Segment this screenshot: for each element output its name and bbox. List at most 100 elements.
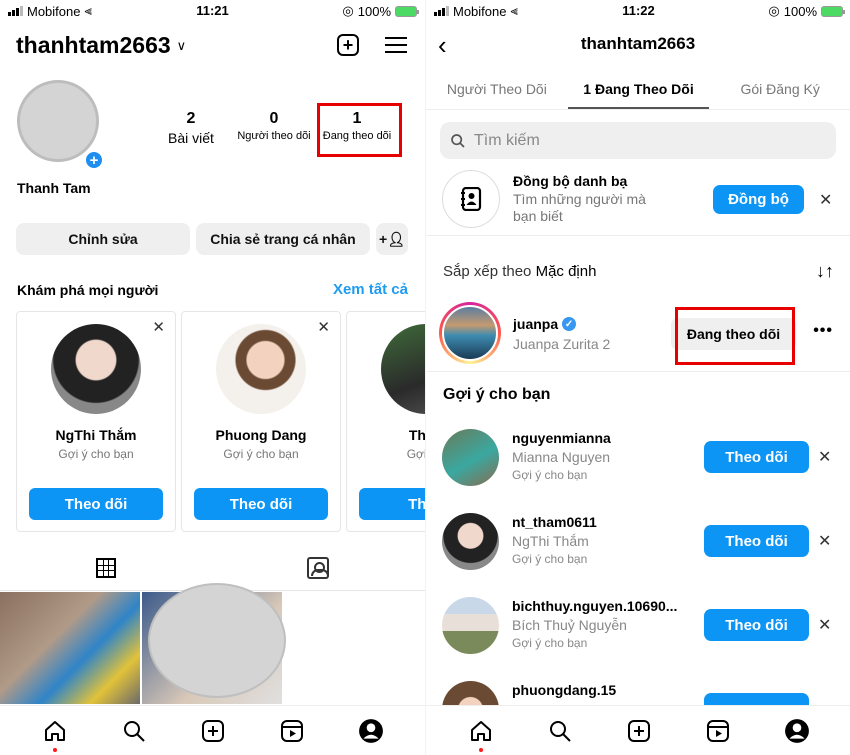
menu-icon[interactable] — [385, 34, 407, 56]
notification-dot — [52, 747, 57, 752]
username: bichthuy.nguyen.10690... — [512, 598, 678, 614]
orientation-lock-icon: ◎ — [768, 3, 780, 18]
battery-status: ◎ 100% — [768, 3, 845, 19]
card-subtitle: Gợi ý cho bạn — [58, 447, 134, 461]
follow-tabs: Người Theo Dõi 1 Đang Theo Dõi Gói Đăng … — [426, 78, 850, 110]
close-icon[interactable]: ✕ — [818, 615, 831, 635]
username: nt_tham0611 — [512, 514, 597, 530]
tab-subscriptions[interactable]: Gói Đăng Ký — [709, 78, 850, 109]
battery-icon — [821, 5, 845, 17]
home-icon[interactable] — [42, 718, 68, 752]
avatar — [442, 429, 499, 486]
add-user-button[interactable]: +👤︎ — [376, 223, 408, 255]
search-icon[interactable] — [121, 718, 147, 744]
following-screen: Mobifone ⫷ 11:22 ◎ 100% ‹ thanhtam2663 N… — [425, 0, 850, 755]
battery-percent: 100% — [357, 3, 391, 19]
stat-count: 2 — [186, 110, 196, 127]
stat-followers[interactable]: 0 Người theo dõi — [235, 110, 313, 142]
suggestion-row[interactable]: nguyenmianna Mianna Nguyen Gợi ý cho bạn… — [426, 429, 850, 491]
full-name: Bích Thuỷ Nguyễn — [512, 617, 627, 633]
battery-status: ◎ 100% — [342, 3, 419, 19]
close-icon[interactable]: ✕ — [152, 318, 165, 336]
edit-profile-button[interactable]: Chỉnh sửa — [16, 223, 190, 255]
sync-description: Tìm những người mà bạn biết — [513, 191, 646, 224]
card-name: Thi P — [408, 427, 425, 443]
close-icon[interactable]: ✕ — [317, 318, 330, 336]
username: phuongdang.15 — [512, 682, 617, 698]
full-name: NgThi Thắm — [512, 533, 589, 549]
verified-badge-icon: ✓ — [562, 317, 577, 331]
follow-button[interactable]: Theo dõi — [704, 441, 809, 473]
profile-icon[interactable] — [784, 718, 810, 744]
highlight-box — [675, 307, 795, 365]
search-icon — [451, 133, 465, 148]
post-thumbnail[interactable] — [0, 592, 140, 704]
more-options-icon[interactable]: ••• — [813, 322, 833, 340]
create-post-icon[interactable]: + — [337, 34, 359, 56]
profile-icon[interactable] — [358, 718, 384, 744]
username-title: thanhtam2663 — [16, 32, 171, 58]
search-placeholder: Tìm kiếm — [474, 131, 540, 149]
grid-icon[interactable] — [96, 558, 116, 578]
bottom-nav — [0, 705, 425, 755]
battery-icon — [395, 5, 419, 17]
avatar — [381, 324, 425, 414]
close-icon[interactable]: ✕ — [818, 447, 831, 467]
contacts-book-icon — [442, 170, 500, 228]
status-bar: Mobifone ⫷ 11:22 ◎ 100% — [426, 0, 850, 22]
see-all-link[interactable]: Xem tất cả — [333, 281, 408, 298]
suggestion-card[interactable]: Thi P Gợi ý c Theo — [346, 311, 425, 532]
profile-avatar[interactable] — [17, 80, 99, 162]
avatar — [442, 305, 498, 361]
suggestion-card[interactable]: ✕ Phuong Dang Gợi ý cho bạn Theo dõi — [181, 311, 341, 532]
chevron-down-icon: ∨ — [176, 37, 187, 53]
tab-followers[interactable]: Người Theo Dõi — [426, 78, 568, 109]
close-icon[interactable]: ✕ — [818, 531, 831, 551]
suggestion-reason: Gợi ý cho bạn — [512, 552, 588, 566]
suggestion-reason: Gợi ý cho bạn — [512, 468, 588, 482]
suggestion-row[interactable]: bichthuy.nguyen.10690... Bích Thuỷ Nguyễ… — [426, 597, 850, 659]
account-switcher[interactable]: thanhtam2663 ∨ — [16, 32, 186, 59]
follow-button[interactable]: Theo dõi — [704, 525, 809, 557]
username[interactable]: juanpa ✓ — [513, 316, 577, 332]
add-story-icon[interactable]: + — [84, 150, 104, 170]
stat-posts[interactable]: 2 Bài viết — [160, 110, 222, 146]
create-icon[interactable] — [200, 718, 226, 744]
search-input[interactable]: Tìm kiếm — [440, 122, 836, 159]
sync-button[interactable]: Đồng bộ — [713, 185, 804, 214]
home-icon[interactable] — [468, 718, 494, 752]
create-icon[interactable] — [626, 718, 652, 744]
story-ring[interactable] — [439, 302, 501, 364]
bottom-nav — [426, 705, 850, 755]
suggestion-cards: ✕ NgThi Thắm Gợi ý cho bạn Theo dõi ✕ Ph… — [16, 311, 425, 532]
close-icon[interactable]: ✕ — [819, 190, 832, 210]
discover-title: Khám phá mọi người — [17, 282, 159, 298]
reels-icon[interactable] — [279, 718, 305, 744]
status-bar: Mobifone ⫷ 11:21 ◎ 100% — [0, 0, 425, 22]
highlight-box — [317, 103, 402, 157]
stat-label: Bài viết — [168, 130, 214, 146]
avatar — [51, 324, 141, 414]
sort-icon[interactable]: ↓↑ — [816, 261, 834, 282]
tagged-icon[interactable] — [307, 557, 329, 579]
tab-following[interactable]: 1 Đang Theo Dõi — [567, 78, 710, 109]
search-icon[interactable] — [547, 718, 573, 744]
share-profile-button[interactable]: Chia sẻ trang cá nhân — [196, 223, 370, 255]
full-name: Juanpa Zurita 2 — [513, 336, 611, 352]
reels-icon[interactable] — [705, 718, 731, 744]
follow-button[interactable]: Theo dõi — [194, 488, 328, 520]
suggestion-card[interactable]: ✕ NgThi Thắm Gợi ý cho bạn Theo dõi — [16, 311, 176, 532]
suggestion-row[interactable]: nt_tham0611 NgThi Thắm Gợi ý cho bạn The… — [426, 513, 850, 575]
contact-sync-row: Đồng bộ danh bạ Tìm những người mà bạn b… — [426, 170, 850, 236]
sort-value[interactable]: Mặc định — [536, 263, 597, 280]
card-subtitle: Gợi ý c — [406, 447, 425, 461]
avatar — [216, 324, 306, 414]
sync-title: Đồng bộ danh bạ — [513, 173, 628, 189]
profile-screen: Mobifone ⫷ 11:21 ◎ 100% thanhtam2663 ∨ +… — [0, 0, 425, 755]
follow-button[interactable]: Theo dõi — [29, 488, 163, 520]
full-name: Mianna Nguyen — [512, 449, 611, 465]
username-text: juanpa — [513, 316, 559, 332]
suggestions-title: Gợi ý cho bạn — [443, 386, 551, 403]
follow-button[interactable]: Theo dõi — [704, 609, 809, 641]
follow-button[interactable]: Theo — [359, 488, 425, 520]
